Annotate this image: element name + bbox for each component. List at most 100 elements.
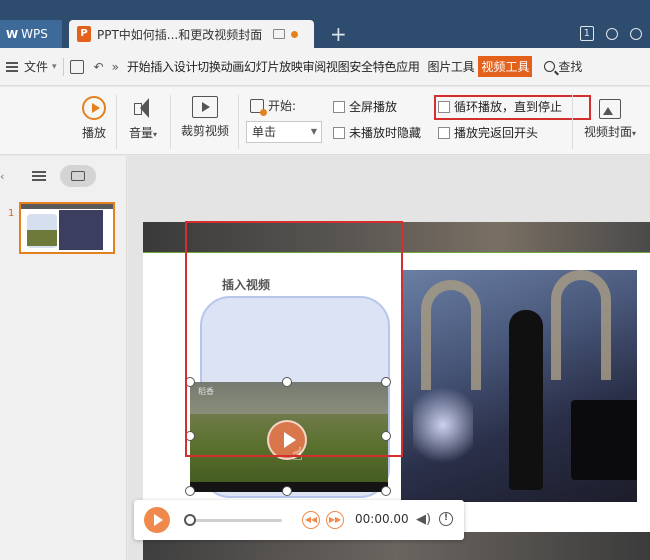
ribbon-divider [238, 95, 239, 149]
play-button[interactable]: 播放 [78, 96, 110, 141]
fullscreen-checkbox[interactable]: 全屏播放 [333, 98, 397, 115]
wps-home-label: WPS [21, 27, 48, 41]
menu-video-tools[interactable]: 视频工具 [478, 56, 533, 77]
progress-knob[interactable] [184, 514, 196, 526]
trim-video-icon [192, 96, 218, 118]
trim-video-label: 裁剪视频 [180, 124, 229, 138]
menu-picture-tools[interactable]: 图片工具 [428, 58, 475, 75]
checkbox-box [333, 126, 345, 139]
search-label: 查找 [558, 60, 583, 74]
volume-button[interactable]: 音量▾ [124, 96, 162, 141]
info-icon[interactable]: ! [439, 512, 453, 526]
outline-view-icon[interactable] [32, 171, 47, 181]
ribbon-divider [116, 95, 117, 149]
menu-divider [62, 57, 64, 76]
thumbnail-header-strip [21, 204, 113, 209]
chevron-down-icon[interactable]: ▾ [52, 62, 57, 72]
ribbon: 播放 音量▾ 裁剪视频 开始: 单击 ▼ 全屏播放 未播放时隐藏 循环播放，直到… [0, 87, 650, 155]
hide-when-not-playing-checkbox[interactable]: 未播放时隐藏 [333, 124, 421, 141]
control-play-button[interactable] [144, 507, 170, 533]
checkbox-box [333, 100, 345, 113]
monitor-icon[interactable] [273, 29, 285, 39]
resize-handle-bottom-left[interactable] [185, 486, 195, 496]
menu-insert[interactable]: 插入 [150, 58, 174, 75]
search-button[interactable]: 查找 [544, 58, 582, 75]
menu-slideshow[interactable]: 幻灯片放映 [244, 58, 303, 75]
video-cover-button[interactable]: 视频封面▾ [578, 99, 642, 140]
checkbox-box [438, 126, 450, 139]
resize-handle-bottom[interactable] [282, 486, 292, 496]
thumbnail-view-tabs: ‹ [0, 164, 127, 188]
slide-view-icon [71, 171, 86, 181]
slide-view-tab[interactable] [60, 165, 97, 187]
wps-home-tab[interactable]: W WPS [0, 20, 62, 48]
unsaved-dot-icon [291, 30, 298, 38]
more-icon[interactable]: » [112, 60, 119, 74]
volume-icon [131, 96, 155, 120]
progress-track[interactable] [186, 519, 282, 522]
titlebar-controls: 1 [579, 26, 642, 41]
title-bar: W WPS P PPT中如何插...和更改视频封面 + 1 [0, 0, 650, 48]
account-icon[interactable] [630, 27, 642, 40]
menu-animation[interactable]: 动画 [221, 58, 245, 75]
menu-bar: 文件 ▾ ↶ » 开始 插入 设计 切换 动画 幻灯片放映 审阅 视图 安全 特… [0, 48, 650, 86]
menu-special-apps[interactable]: 特色应用 [373, 58, 420, 75]
play-icon [82, 96, 106, 120]
video-highlight-box [185, 221, 403, 457]
slide-thumbnail[interactable] [19, 202, 115, 254]
search-icon [544, 61, 556, 72]
photo-piano [571, 400, 637, 480]
trim-video-button[interactable]: 裁剪视频 [178, 96, 232, 139]
menu-security[interactable]: 安全 [349, 58, 373, 75]
menu-design[interactable]: 设计 [174, 58, 198, 75]
menu-view[interactable]: 视图 [326, 58, 350, 75]
save-icon[interactable] [69, 59, 84, 74]
menu-file[interactable]: 文件 [24, 58, 48, 75]
rewind-icon[interactable]: ◀◀ [302, 511, 320, 529]
document-title: PPT中如何插...和更改视频封面 [97, 27, 263, 42]
thumbnail-photo [59, 210, 103, 250]
video-cover-label: 视频封面 [583, 125, 632, 139]
photo-arch [551, 270, 611, 380]
start-clock-icon [250, 98, 267, 116]
menu-review[interactable]: 审阅 [303, 58, 327, 75]
video-control-bar: ◀◀ ▶▶ 00:00.00 ◀) ! [134, 500, 464, 540]
window-count-badge[interactable]: 1 [579, 26, 594, 41]
slide-number: 1 [8, 208, 15, 219]
skin-icon[interactable] [606, 27, 618, 40]
play-label: 播放 [81, 126, 106, 140]
undo-icon[interactable]: ↶ [94, 60, 104, 74]
hide-when-not-playing-label: 未播放时隐藏 [349, 126, 422, 140]
rewind-after-play-checkbox[interactable]: 播放完返回开头 [438, 124, 538, 141]
new-tab-button[interactable]: + [330, 22, 347, 46]
chevron-down-icon: ▾ [153, 130, 158, 139]
menu-transition[interactable]: 切换 [197, 58, 221, 75]
concert-photo[interactable] [401, 270, 637, 502]
volume-icon[interactable]: ◀) [416, 512, 431, 527]
chevron-left-icon[interactable]: ‹ [0, 170, 4, 183]
start-label: 开始: [268, 99, 297, 113]
image-icon [599, 99, 621, 119]
forward-icon[interactable]: ▶▶ [326, 511, 344, 529]
wps-logo-icon: W [6, 27, 18, 41]
menu-icon[interactable] [6, 61, 18, 72]
photo-light [413, 380, 473, 470]
photo-performer [509, 310, 543, 490]
ribbon-divider [572, 95, 573, 149]
start-mode-value: 单击 [252, 125, 277, 139]
loop-highlight-box [434, 95, 591, 120]
start-mode-select[interactable]: 单击 ▼ [246, 121, 322, 143]
slide-thumbnail-panel: ‹ 1 [0, 156, 127, 560]
ribbon-divider [170, 95, 171, 149]
photo-arch [421, 280, 481, 390]
chevron-down-icon: ▾ [632, 129, 637, 138]
chevron-down-icon: ▼ [310, 127, 317, 136]
start-label-group: 开始: [250, 97, 297, 116]
thumbnail-video [27, 230, 57, 246]
presentation-icon: P [77, 26, 91, 42]
resize-handle-bottom-right[interactable] [381, 486, 391, 496]
document-tab[interactable]: P PPT中如何插...和更改视频封面 [69, 20, 314, 48]
rewind-after-play-label: 播放完返回开头 [454, 126, 539, 140]
playback-time: 00:00.00 [355, 512, 409, 526]
menu-start[interactable]: 开始 [127, 58, 151, 75]
